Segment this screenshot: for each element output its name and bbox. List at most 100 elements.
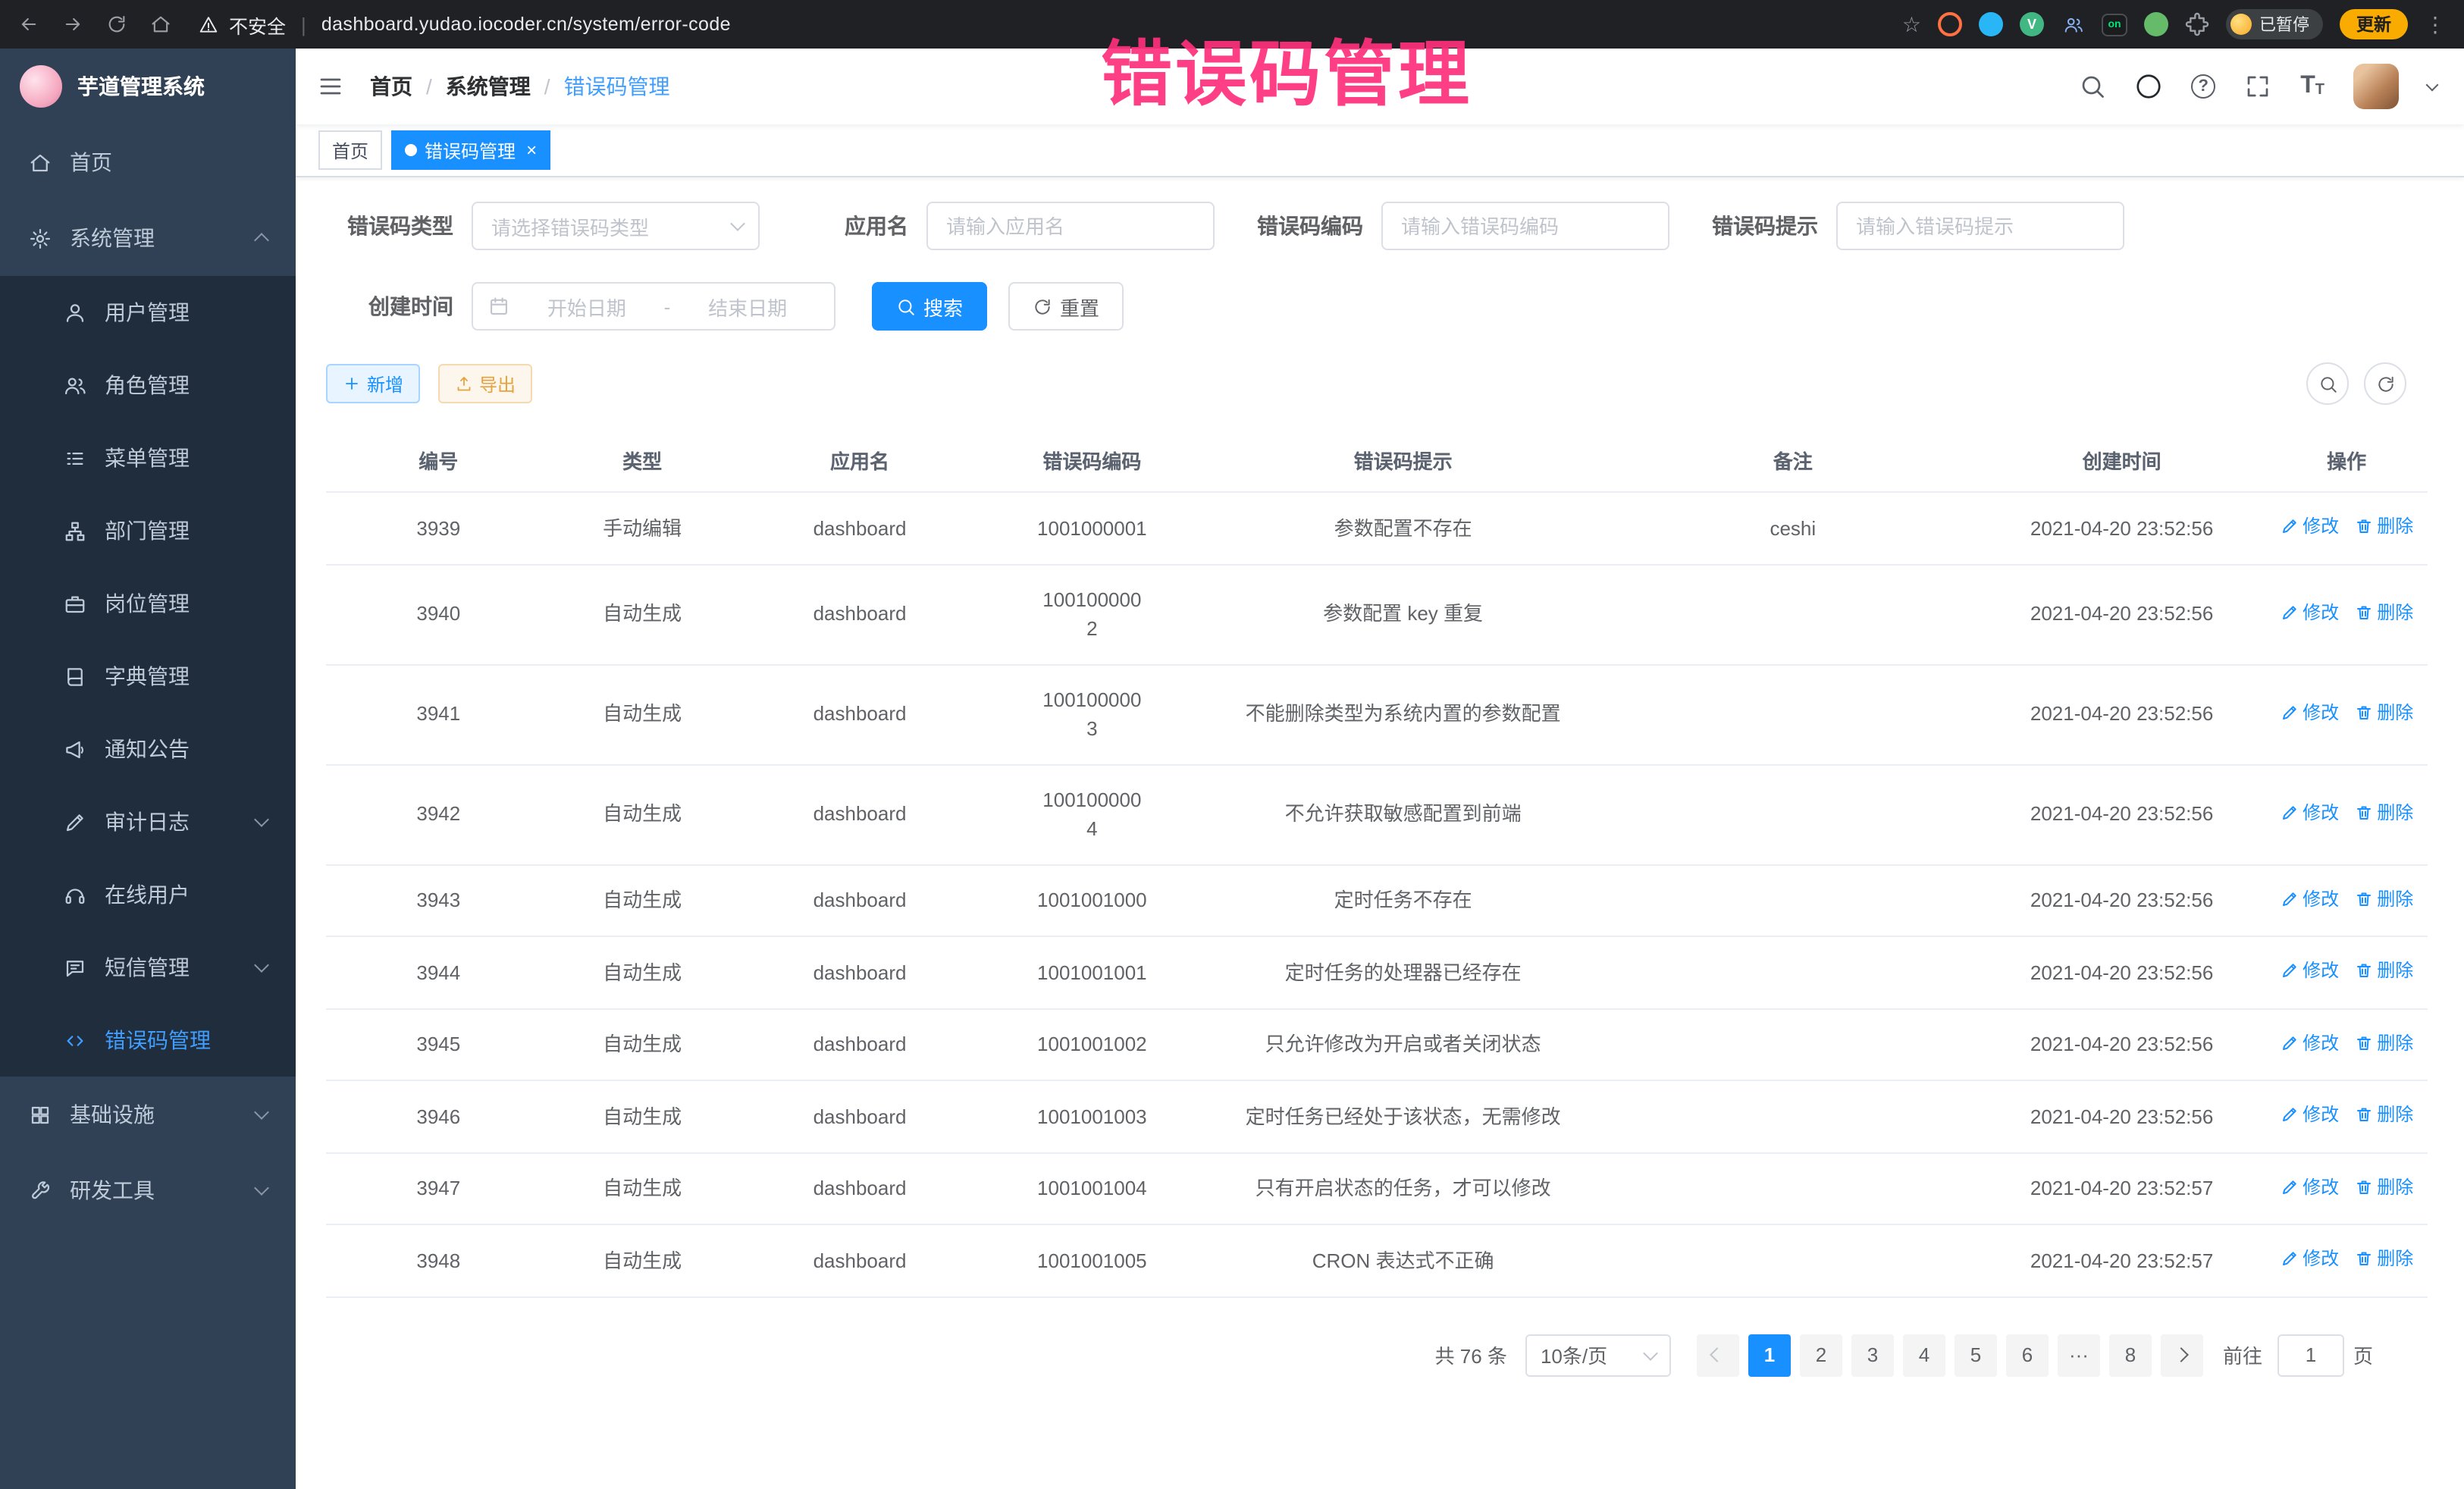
delete-link[interactable]: 删除 <box>2354 599 2413 626</box>
avatar-caret-icon[interactable] <box>2426 78 2439 91</box>
cell-id: 3945 <box>326 1010 551 1079</box>
edit-icon <box>2280 603 2298 622</box>
edit-link[interactable]: 修改 <box>2280 885 2339 912</box>
app-name-input[interactable] <box>926 202 1215 250</box>
page-button-2[interactable]: 2 <box>1800 1334 1842 1376</box>
page-button-8[interactable]: 8 <box>2109 1334 2152 1376</box>
sidebar-item-online-users[interactable]: 在线用户 <box>0 858 296 931</box>
edit-link[interactable]: 修改 <box>2280 1101 2339 1128</box>
reset-button[interactable]: 重置 <box>1008 282 1124 331</box>
breadcrumb-item[interactable]: 错误码管理 <box>564 71 670 102</box>
create-time-range-picker[interactable]: 开始日期 - 结束日期 <box>472 282 835 331</box>
sidebar-item-notice-management[interactable]: 通知公告 <box>0 713 296 785</box>
update-button[interactable]: 更新 <box>2340 9 2408 39</box>
app-logo[interactable]: 芋道管理系统 <box>0 49 296 124</box>
sidebar-item-user-management[interactable]: 用户管理 <box>0 276 296 349</box>
sidebar-item-role-management[interactable]: 角色管理 <box>0 349 296 422</box>
sidebar-item-system-management[interactable]: 系统管理 <box>0 200 296 276</box>
sidebar-item-audit-log[interactable]: 审计日志 <box>0 785 296 858</box>
delete-link[interactable]: 删除 <box>2354 1101 2413 1128</box>
delete-link[interactable]: 删除 <box>2354 699 2413 726</box>
reload-icon[interactable] <box>106 14 127 35</box>
edit-link[interactable]: 修改 <box>2280 1173 2339 1200</box>
page-button-4[interactable]: 4 <box>1903 1334 1945 1376</box>
extension-icon-people[interactable] <box>2061 12 2085 36</box>
sidebar-item-dict-management[interactable]: 字典管理 <box>0 640 296 713</box>
tag-active[interactable]: 错误码管理× <box>391 130 550 170</box>
tag-close-icon[interactable]: × <box>526 141 537 159</box>
delete-link[interactable]: 删除 <box>2354 957 2413 984</box>
edit-link[interactable]: 修改 <box>2280 699 2339 726</box>
sidebar-item-error-code-management[interactable]: 错误码管理 <box>0 1004 296 1077</box>
delete-link[interactable]: 删除 <box>2354 885 2413 912</box>
page-button-6[interactable]: 6 <box>2006 1334 2049 1376</box>
table-row: 3943自动生成dashboard1001001000定时任务不存在2021-0… <box>326 865 2428 937</box>
goto-label: 前往 <box>2223 1340 2262 1369</box>
back-icon[interactable] <box>18 14 39 35</box>
user-avatar[interactable] <box>2353 64 2399 109</box>
browser-home-icon[interactable] <box>150 14 171 35</box>
cell-hint: 不允许获取敏感配置到前端 <box>1198 780 1608 849</box>
delete-link[interactable]: 删除 <box>2354 513 2413 540</box>
browser-menu-icon[interactable]: ⋮ <box>2425 14 2446 35</box>
font-size-icon[interactable]: TT <box>2300 74 2324 99</box>
vue-devtools-icon[interactable]: V <box>2020 12 2044 36</box>
goto-page-input[interactable] <box>2277 1334 2344 1376</box>
sidebar-item-sms-management[interactable]: 短信管理 <box>0 931 296 1004</box>
page-button-1[interactable]: 1 <box>1748 1334 1791 1376</box>
extension-icon-green[interactable] <box>2144 12 2168 36</box>
breadcrumb-item[interactable]: 首页 <box>370 71 412 102</box>
sidebar-item-home[interactable]: 首页 <box>0 124 296 200</box>
sidebar-item-infrastructure[interactable]: 基础设施 <box>0 1077 296 1152</box>
edit-link[interactable]: 修改 <box>2280 599 2339 626</box>
page-button-5[interactable]: 5 <box>1955 1334 1997 1376</box>
extension-icon-orange[interactable] <box>1938 12 1962 36</box>
sidebar-item-dev-tools[interactable]: 研发工具 <box>0 1152 296 1228</box>
cell-app: dashboard <box>734 780 986 849</box>
forward-icon[interactable] <box>62 14 83 35</box>
tag-item[interactable]: 首页 <box>318 130 382 170</box>
search-button[interactable]: 搜索 <box>872 282 987 331</box>
delete-link[interactable]: 删除 <box>2354 1029 2413 1056</box>
pagination-ellipsis[interactable]: ··· <box>2058 1334 2100 1376</box>
breadcrumb-item[interactable]: 系统管理 <box>446 71 531 102</box>
sidebar-item-menu-management[interactable]: 菜单管理 <box>0 422 296 494</box>
docs-question-icon[interactable]: ? <box>2191 74 2215 99</box>
table-row: 3944自动生成dashboard1001001001定时任务的处理器已经存在2… <box>326 937 2428 1009</box>
edit-link[interactable]: 修改 <box>2280 799 2339 826</box>
sidebar-menu: 首页系统管理用户管理角色管理菜单管理部门管理岗位管理字典管理通知公告审计日志在线… <box>0 124 296 1489</box>
refresh-table-button[interactable] <box>2364 362 2406 405</box>
paused-badge[interactable]: 已暂停 <box>2226 9 2323 39</box>
toggle-search-button[interactable] <box>2306 362 2349 405</box>
hamburger-icon[interactable] <box>317 73 344 100</box>
cell-hint: 定时任务不存在 <box>1198 866 1608 935</box>
address-bar[interactable]: 不安全 | dashboard.yudao.iocoder.cn/system/… <box>199 10 731 39</box>
edit-link[interactable]: 修改 <box>2280 1245 2339 1272</box>
cell-remark <box>1608 594 1978 634</box>
fullscreen-icon[interactable] <box>2244 73 2271 100</box>
header-search-icon[interactable] <box>2079 73 2106 100</box>
page-button-3[interactable]: 3 <box>1851 1334 1894 1376</box>
github-icon[interactable] <box>2135 73 2162 100</box>
error-hint-input[interactable] <box>1836 202 2124 250</box>
next-page-button[interactable] <box>2161 1334 2203 1376</box>
bookmark-star-icon[interactable]: ☆ <box>1902 14 1921 35</box>
prev-page-button[interactable] <box>1697 1334 1739 1376</box>
error-type-select[interactable]: 请选择错误码类型 <box>472 202 760 250</box>
edit-link[interactable]: 修改 <box>2280 957 2339 984</box>
sidebar-item-post-management[interactable]: 岗位管理 <box>0 567 296 640</box>
edit-link[interactable]: 修改 <box>2280 513 2339 540</box>
delete-link[interactable]: 删除 <box>2354 799 2413 826</box>
page-size-select[interactable]: 10条/页 <box>1525 1334 1671 1376</box>
sidebar-item-dept-management[interactable]: 部门管理 <box>0 494 296 567</box>
delete-link[interactable]: 删除 <box>2354 1245 2413 1272</box>
edit-link[interactable]: 修改 <box>2280 1029 2339 1056</box>
delete-link[interactable]: 删除 <box>2354 1173 2413 1200</box>
add-button[interactable]: 新增 <box>326 364 420 403</box>
extension-icon-on[interactable]: on <box>2102 13 2127 36</box>
error-code-input[interactable] <box>1381 202 1669 250</box>
extensions-puzzle-icon[interactable] <box>2185 12 2209 36</box>
extension-icon-blue[interactable] <box>1979 12 2003 36</box>
export-button[interactable]: 导出 <box>438 364 532 403</box>
delete-label: 删除 <box>2377 799 2413 826</box>
